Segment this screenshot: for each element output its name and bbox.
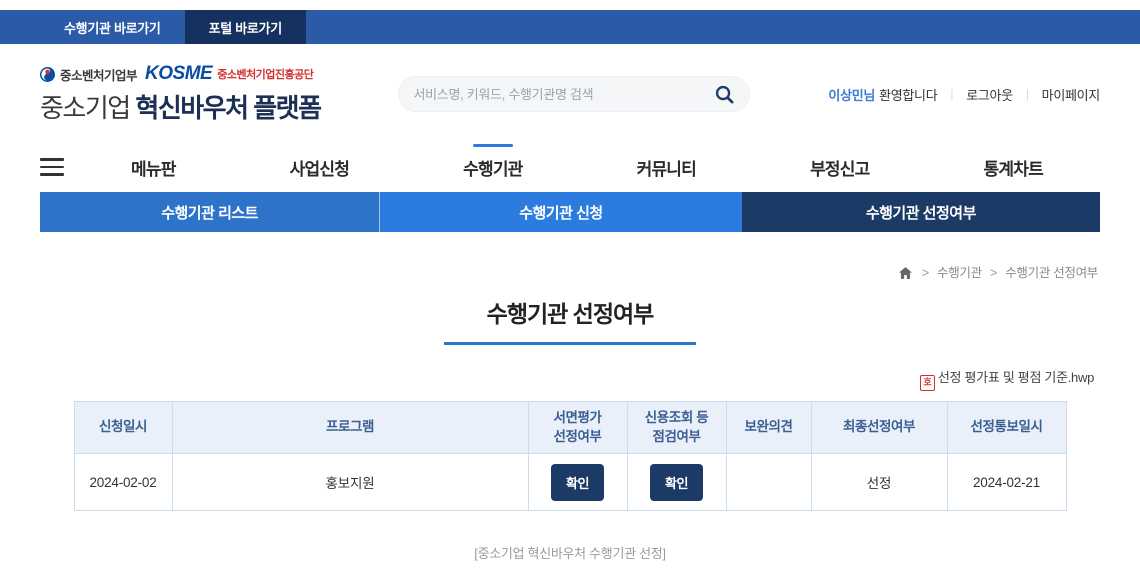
cell-program: 홍보지원 (172, 454, 528, 511)
kosme-subtitle: 중소벤처기업진흥공단 (217, 66, 313, 82)
cell-apply-date: 2024-02-02 (74, 454, 172, 511)
cell-credit-check: 확인 (627, 454, 726, 511)
table-header-row: 신청일시 프로그램 서면평가 선정여부 신용조회 등 점검여부 보완의견 최종선… (74, 402, 1066, 454)
col-program: 프로그램 (172, 402, 528, 454)
attachment-label: 선정 평가표 및 평점 기준.hwp (938, 370, 1094, 385)
cell-doc-review: 확인 (528, 454, 627, 511)
attachment-row: 호선정 평가표 및 평점 기준.hwp (0, 367, 1140, 391)
doc-review-confirm-button[interactable]: 확인 (551, 464, 604, 501)
cell-notice-date: 2024-02-21 (947, 454, 1066, 511)
cell-supplement (726, 454, 811, 511)
subtab-agency-selection[interactable]: 수행기관 선정여부 (742, 192, 1100, 232)
subtab-agency-apply[interactable]: 수행기관 신청 (379, 192, 742, 232)
quicklink-portal[interactable]: 포털 바로가기 (185, 10, 306, 44)
logo-brand-line: 중소벤처기업부 KOSME 중소벤처기업진흥공단 (40, 63, 321, 85)
col-credit-check: 신용조회 등 점검여부 (627, 402, 726, 454)
user-name[interactable]: 이상민님 (828, 85, 875, 104)
page-title: 수행기관 선정여부 (0, 295, 1140, 329)
kosme-logo-text: KOSME (145, 63, 212, 85)
nav-item-stats[interactable]: 통계차트 (982, 151, 1045, 184)
col-final-selection: 최종선정여부 (811, 402, 947, 454)
hwp-file-icon: 호 (920, 375, 935, 391)
ministry-label: 중소벤처기업부 (60, 65, 137, 84)
nav-item-agency-label: 수행기관 (463, 160, 522, 179)
mypage-link[interactable]: 마이페이지 (1042, 85, 1100, 104)
menu-hamburger-icon[interactable] (40, 158, 64, 176)
subtab-agency-list[interactable]: 수행기관 리스트 (40, 192, 379, 232)
welcome-text: 환영합니다 (879, 85, 937, 104)
cell-final-selection: 선정 (811, 454, 947, 511)
nav-items: 메뉴판 사업신청 수행기관 커뮤니티 부정신고 통계차트 (74, 151, 1100, 184)
divider: | (1026, 87, 1029, 101)
quicklink-agency[interactable]: 수행기관 바로가기 (40, 10, 185, 44)
site-logo[interactable]: 중소벤처기업부 KOSME 중소벤처기업진흥공단 중소기업 혁신바우처 플랫폼 (40, 63, 321, 125)
nav-item-agency[interactable]: 수행기관 (461, 151, 524, 184)
breadcrumb-separator: > (990, 266, 997, 280)
search-input[interactable] (413, 87, 714, 102)
col-apply-date: 신청일시 (74, 402, 172, 454)
government-emblem-icon (40, 67, 55, 82)
col-doc-review: 서면평가 선정여부 (528, 402, 627, 454)
main-nav: 메뉴판 사업신청 수행기관 커뮤니티 부정신고 통계차트 (0, 144, 1140, 190)
footnote: [중소기업 혁신바우처 수행기관 선정] (0, 543, 1140, 562)
search-button[interactable] (714, 84, 735, 105)
search-icon (714, 84, 735, 105)
breadcrumb-separator: > (922, 266, 929, 280)
sub-nav: 수행기관 리스트 수행기관 신청 수행기관 선정여부 (40, 192, 1100, 232)
site-header: 중소벤처기업부 KOSME 중소벤처기업진흥공단 중소기업 혁신바우처 플랫폼 … (0, 44, 1140, 144)
site-title: 중소기업 혁신바우처 플랫폼 (40, 88, 321, 125)
top-quicklink-bar: 수행기관 바로가기 포털 바로가기 (0, 10, 1140, 44)
site-title-light: 중소기업 (40, 93, 130, 123)
site-title-bold: 혁신바우처 플랫폼 (135, 93, 320, 123)
divider: | (950, 87, 953, 101)
attachment-link[interactable]: 호선정 평가표 및 평점 기준.hwp (920, 370, 1094, 385)
table-row: 2024-02-02 홍보지원 확인 확인 선정 2024-02-21 (74, 454, 1066, 511)
col-supplement: 보완의견 (726, 402, 811, 454)
nav-item-apply[interactable]: 사업신청 (288, 151, 351, 184)
search-box (398, 76, 750, 112)
breadcrumb-agency[interactable]: 수행기관 (937, 266, 982, 280)
breadcrumb-current: 수행기관 선정여부 (1005, 266, 1098, 280)
nav-item-report[interactable]: 부정신고 (808, 151, 871, 184)
logout-link[interactable]: 로그아웃 (966, 85, 1013, 104)
breadcrumb: > 수행기관 > 수행기관 선정여부 (0, 262, 1140, 281)
col-notice-date: 선정통보일시 (947, 402, 1066, 454)
selection-status-table: 신청일시 프로그램 서면평가 선정여부 신용조회 등 점검여부 보완의견 최종선… (74, 401, 1067, 511)
nav-item-menuboard[interactable]: 메뉴판 (129, 151, 178, 184)
nav-item-community[interactable]: 커뮤니티 (635, 151, 698, 184)
home-icon[interactable] (899, 267, 912, 279)
user-bar: 이상민님 환영합니다 | 로그아웃 | 마이페이지 (828, 85, 1100, 104)
active-tab-indicator (473, 144, 513, 147)
credit-check-confirm-button[interactable]: 확인 (650, 464, 703, 501)
title-underline (444, 342, 696, 345)
